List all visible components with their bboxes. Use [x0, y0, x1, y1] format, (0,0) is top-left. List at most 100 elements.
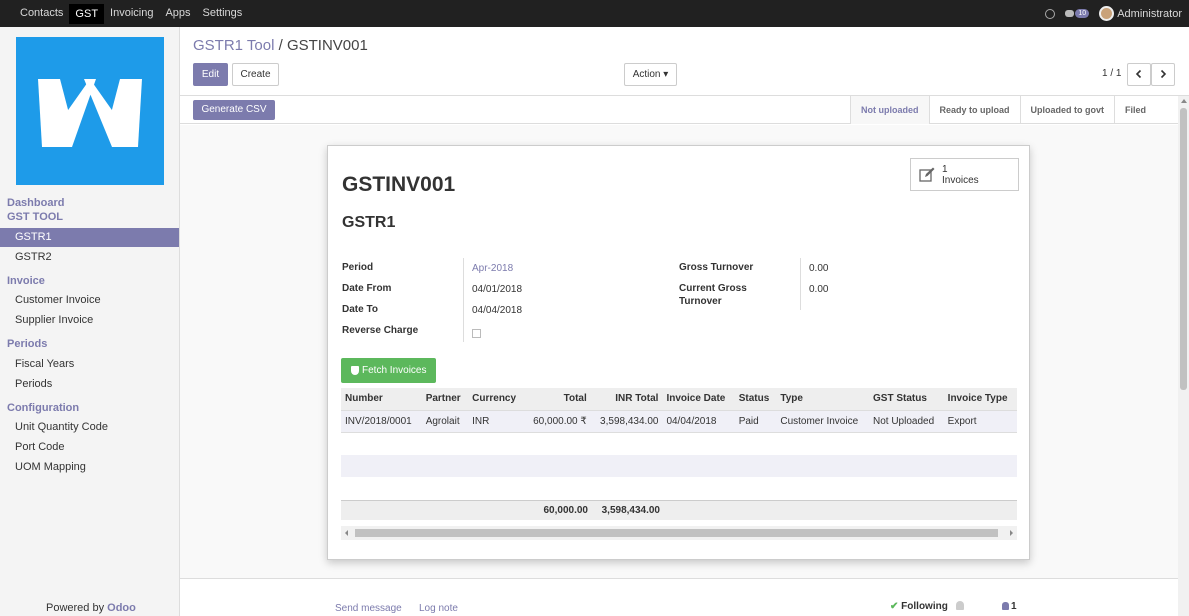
user-icon: [1002, 602, 1009, 610]
cell-currency: INR: [468, 410, 525, 433]
empty-table-row: [341, 455, 1017, 477]
breadcrumb-current: GSTINV001: [286, 37, 368, 54]
scrollbar-thumb[interactable]: [1180, 108, 1187, 390]
sidebar-item-periods[interactable]: Periods: [0, 375, 179, 394]
cell-inr-total: 3,598,434.00: [590, 410, 663, 433]
sidebar-item-supplier-invoice[interactable]: Supplier Invoice: [0, 311, 179, 330]
sidebar-item-gstr2[interactable]: GSTR2: [0, 248, 179, 267]
scroll-right-arrow-icon[interactable]: [1010, 530, 1013, 536]
sidebar-item-customer-invoice[interactable]: Customer Invoice: [0, 291, 179, 310]
user-menu[interactable]: Administrator: [1099, 6, 1182, 21]
systray: 10 Administrator: [1045, 0, 1182, 27]
table-row[interactable]: INV/2018/0001 Agrolait INR 60,000.00 ₹ 3…: [341, 410, 1017, 433]
chat-bubble-icon: [1065, 10, 1075, 17]
chevron-right-icon: [1160, 69, 1167, 79]
footer-total: 60,000.00: [543, 505, 589, 516]
pager-next-button[interactable]: [1151, 63, 1175, 86]
generate-csv-button[interactable]: Generate CSV: [193, 100, 275, 120]
column-inr-total[interactable]: INR Total: [590, 388, 663, 411]
stage-filed[interactable]: Filed: [1114, 96, 1156, 124]
breadcrumb-parent-link[interactable]: GSTR1 Tool: [193, 37, 274, 54]
sidebar-head-invoice[interactable]: Invoice: [7, 275, 45, 287]
current-gross-label-line2: Turnover: [679, 296, 722, 307]
sidebar-item-uom-mapping[interactable]: UOM Mapping: [0, 458, 179, 477]
table-footer-totals: 60,000.00 3,598,434.00: [341, 500, 1017, 520]
stage-ready-to-upload[interactable]: Ready to upload: [928, 96, 1020, 124]
form-content: 1 Invoices GSTINV001 GSTR1 Period Apr-20…: [180, 125, 1178, 578]
company-logo: [16, 37, 164, 185]
pager-previous-button[interactable]: [1127, 63, 1151, 86]
sidebar-head-configuration[interactable]: Configuration: [7, 402, 79, 414]
menu-apps[interactable]: Apps: [159, 0, 196, 27]
activity-clock-icon[interactable]: [1045, 8, 1056, 19]
stage-uploaded-to-govt[interactable]: Uploaded to govt: [1019, 96, 1115, 124]
odoo-link[interactable]: Odoo: [107, 602, 136, 614]
scroll-up-arrow-icon[interactable]: [1181, 99, 1187, 103]
stage-not-uploaded[interactable]: Not uploaded: [850, 96, 929, 124]
record-subtitle: GSTR1: [342, 214, 396, 231]
pager-value[interactable]: 1 / 1: [1102, 68, 1121, 79]
menu-contacts[interactable]: Contacts: [14, 0, 69, 27]
menu-gst[interactable]: GST: [69, 3, 105, 24]
fetch-invoices-label: Fetch Invoices: [362, 365, 427, 376]
fetch-invoices-button[interactable]: Fetch Invoices: [341, 358, 436, 383]
followers-button[interactable]: 1: [1002, 601, 1017, 612]
column-invoice-date[interactable]: Invoice Date: [662, 388, 735, 411]
send-message-link[interactable]: Send message: [335, 603, 402, 614]
messaging-menu[interactable]: 10: [1065, 9, 1090, 18]
sidebar-item-fiscal-years[interactable]: Fiscal Years: [0, 355, 179, 374]
cell-gst-status: Not Uploaded: [869, 410, 944, 433]
footer-inr-total: 3,598,434.00: [601, 505, 660, 516]
following-label: Following: [901, 601, 948, 612]
control-panel: GSTR1 Tool / GSTINV001 Edit Create Actio…: [180, 27, 1189, 96]
column-gst-status[interactable]: GST Status: [869, 388, 944, 411]
log-note-link[interactable]: Log note: [419, 603, 458, 614]
menu-settings[interactable]: Settings: [197, 0, 249, 27]
form-sheet: 1 Invoices GSTINV001 GSTR1 Period Apr-20…: [327, 145, 1030, 560]
following-button[interactable]: ✔ Following: [890, 601, 948, 612]
invoice-lines-table: Number Partner Currency Total INR Total …: [341, 388, 1017, 433]
chatter: Send message Log note ✔ Following 1: [180, 578, 1178, 616]
chevron-left-icon: [1135, 69, 1142, 79]
column-total[interactable]: Total: [524, 388, 591, 411]
breadcrumb: GSTR1 Tool / GSTINV001: [193, 37, 368, 54]
column-currency[interactable]: Currency: [468, 388, 525, 411]
cell-invoice-date: 04/04/2018: [662, 410, 735, 433]
sidebar-head-gst-tool[interactable]: GST TOOL: [7, 211, 63, 223]
page-vertical-scrollbar[interactable]: [1178, 96, 1189, 616]
record-title: GSTINV001: [342, 173, 456, 196]
sidebar-item-gstr1[interactable]: GSTR1: [0, 228, 179, 247]
check-icon: ✔: [890, 601, 899, 612]
edit-button[interactable]: Edit: [193, 63, 228, 86]
form-statusbar: Generate CSV Not uploaded Ready to uploa…: [180, 96, 1178, 124]
current-gross-value: 0.00: [809, 284, 829, 295]
column-invoice-type[interactable]: Invoice Type: [943, 388, 1017, 411]
scroll-left-arrow-icon[interactable]: [345, 530, 348, 536]
current-gross-label: Current Gross Turnover: [679, 283, 747, 307]
empty-table-row: [341, 433, 1017, 455]
shield-icon: [351, 366, 359, 375]
cell-invoice-type: Export: [943, 410, 1017, 433]
invoices-smart-button[interactable]: 1 Invoices: [910, 158, 1019, 191]
create-button[interactable]: Create: [232, 63, 279, 86]
sidebar-head-dashboard[interactable]: Dashboard: [7, 197, 64, 209]
table-horizontal-scrollbar[interactable]: [341, 526, 1017, 540]
sidebar-head-periods[interactable]: Periods: [7, 338, 47, 350]
column-status[interactable]: Status: [734, 388, 777, 411]
column-type[interactable]: Type: [776, 388, 869, 411]
cell-total: 60,000.00 ₹: [524, 410, 591, 433]
column-partner[interactable]: Partner: [421, 388, 469, 411]
reverse-charge-label: Reverse Charge: [342, 325, 419, 336]
bell-icon[interactable]: [956, 601, 964, 610]
menu-invoicing[interactable]: Invoicing: [104, 0, 159, 27]
reverse-charge-checkbox[interactable]: [472, 329, 481, 338]
column-number[interactable]: Number: [341, 388, 422, 411]
sidebar-item-unit-quantity-code[interactable]: Unit Quantity Code: [0, 418, 179, 437]
status-stages: Not uploaded Ready to upload Uploaded to…: [850, 96, 1156, 124]
sidebar-item-port-code[interactable]: Port Code: [0, 438, 179, 457]
action-dropdown[interactable]: Action ▾: [624, 63, 677, 86]
period-value[interactable]: Apr-2018: [472, 263, 513, 274]
scrollbar-thumb[interactable]: [355, 529, 998, 537]
sidebar: Dashboard GST TOOL GSTR1 GSTR2 Invoice C…: [0, 27, 180, 616]
date-to-value: 04/04/2018: [472, 305, 523, 316]
